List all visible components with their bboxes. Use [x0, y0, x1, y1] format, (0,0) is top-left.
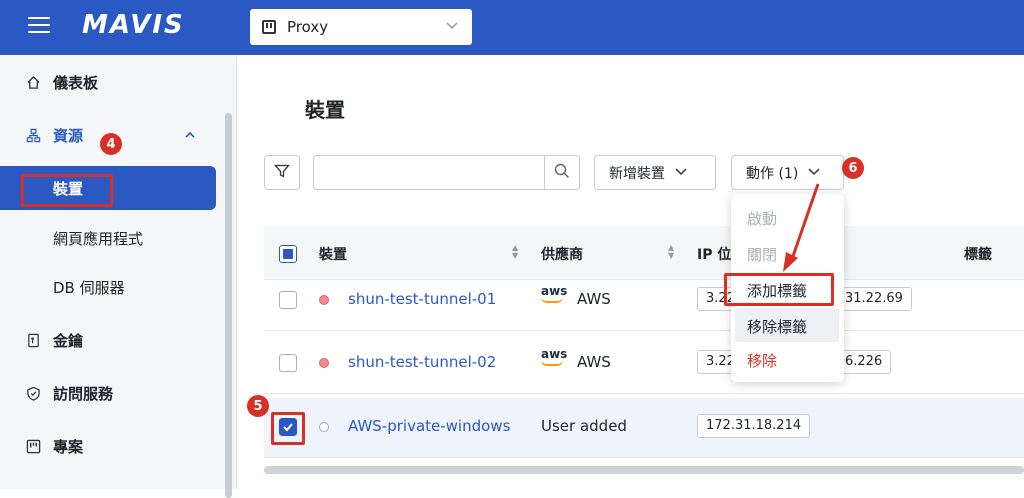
annotation-badge-4: 4	[100, 133, 122, 155]
filter-icon	[274, 163, 290, 183]
table-row[interactable]: shun-test-tunnel-02 aws AWS 3.22 6.226	[264, 334, 1024, 394]
status-dot	[319, 295, 329, 305]
ip-chip: 172.31.18.214	[697, 414, 811, 438]
table-row[interactable]: shun-test-tunnel-01 aws AWS 3.22 31.22.6…	[264, 271, 1024, 331]
sidebar-item-web-apps[interactable]: 網頁應用程式	[0, 216, 216, 260]
table-horizontal-scrollbar[interactable]	[264, 466, 1024, 474]
actions-label: 動作 (1)	[746, 165, 799, 182]
chevron-down-icon	[446, 19, 458, 34]
provider-name: User added	[541, 417, 627, 435]
add-device-button[interactable]: 新增裝置	[594, 155, 716, 190]
sidebar-item-keys[interactable]: 金鑰	[0, 318, 216, 362]
sidebar-item-projects[interactable]: 專案	[0, 424, 216, 468]
menu-item-stop[interactable]: 關閉	[747, 244, 777, 265]
column-header-provider[interactable]: 供應商	[541, 244, 583, 264]
chevron-up-icon[interactable]	[184, 127, 196, 145]
project-select[interactable]: Proxy	[250, 9, 472, 45]
ip-chip: 6.226	[836, 350, 892, 374]
project-select-value: Proxy	[287, 18, 329, 36]
sidebar-item-label: 訪問服務	[53, 384, 114, 403]
sidebar-item-label: DB 伺服器	[53, 278, 125, 297]
annotation-badge-6: 6	[842, 157, 864, 179]
menu-item-start[interactable]: 啟動	[747, 208, 777, 229]
status-dot	[319, 358, 329, 368]
top-bar: MAVIS Proxy	[0, 0, 1024, 55]
filter-button[interactable]	[264, 155, 300, 190]
sidebar-item-label: 資源	[53, 126, 84, 145]
sort-icon[interactable]: ▲ ▼	[668, 244, 674, 260]
provider-name: AWS	[577, 290, 611, 308]
column-header-tags[interactable]: 標籤	[964, 244, 992, 264]
menu-item-remove-tag[interactable]: 移除標籤	[747, 316, 807, 337]
sidebar-item-label: 網頁應用程式	[53, 229, 144, 248]
page-title: 裝置	[305, 98, 345, 122]
device-link[interactable]: AWS-private-windows	[348, 417, 510, 435]
annotation-highlight-checkbox	[271, 412, 305, 445]
annotation-highlight-add-tag	[724, 273, 834, 306]
shield-icon	[25, 385, 41, 401]
key-icon	[25, 332, 41, 348]
add-device-label: 新增裝置	[609, 165, 665, 182]
devices-table: 裝置 ▲ ▼ 供應商 ▲ ▼ IP 位 標籤 shun-test-tunnel-01…	[264, 226, 1024, 476]
row-checkbox[interactable]	[279, 354, 297, 372]
row-checkbox[interactable]	[279, 291, 297, 309]
status-dot	[319, 422, 329, 432]
column-header-ip[interactable]: IP 位	[697, 244, 731, 264]
annotation-highlight-devices	[21, 174, 113, 207]
sidebar-item-label: 專案	[53, 437, 84, 456]
logo[interactable]: MAVIS	[82, 10, 185, 40]
sidebar-item-label: 金鑰	[53, 331, 84, 350]
annotation-badge-5: 5	[247, 395, 269, 417]
chevron-down-icon	[675, 165, 687, 180]
search-icon	[554, 163, 570, 183]
device-link[interactable]: shun-test-tunnel-01	[348, 290, 496, 308]
sidebar-item-label: 儀表板	[53, 73, 99, 92]
actions-button[interactable]: 動作 (1)	[731, 155, 844, 190]
sort-icon[interactable]: ▲ ▼	[512, 244, 518, 260]
sidebar-item-access-services[interactable]: 訪問服務	[0, 371, 216, 415]
column-header-device[interactable]: 裝置	[319, 244, 347, 264]
sidebar-scrollbar[interactable]	[225, 113, 232, 498]
ip-chip: 31.22.69	[836, 287, 912, 311]
aws-logo-icon: aws	[541, 285, 567, 303]
sidebar-item-db-servers[interactable]: DB 伺服器	[0, 265, 216, 309]
sidebar-item-dashboard[interactable]: 儀表板	[0, 60, 216, 104]
search-button[interactable]	[544, 156, 579, 189]
aws-logo-icon: aws	[541, 348, 567, 366]
chevron-down-icon	[808, 165, 820, 180]
sitemap-icon	[25, 127, 41, 143]
table-row[interactable]: AWS-private-windows User added 172.31.18…	[264, 398, 1024, 458]
menu-item-remove[interactable]: 移除	[747, 350, 777, 371]
menu-icon[interactable]	[28, 17, 50, 35]
project-icon	[262, 20, 276, 34]
home-icon	[25, 74, 41, 90]
sidebar: 儀表板 資源 裝置 網頁應用程式 DB 伺服器 金鑰 訪問服務 專案	[0, 55, 237, 498]
device-link[interactable]: shun-test-tunnel-02	[348, 353, 496, 371]
provider-name: AWS	[577, 353, 611, 371]
search-input[interactable]	[313, 155, 580, 190]
project-icon	[25, 438, 41, 454]
select-all-checkbox[interactable]	[279, 245, 297, 263]
